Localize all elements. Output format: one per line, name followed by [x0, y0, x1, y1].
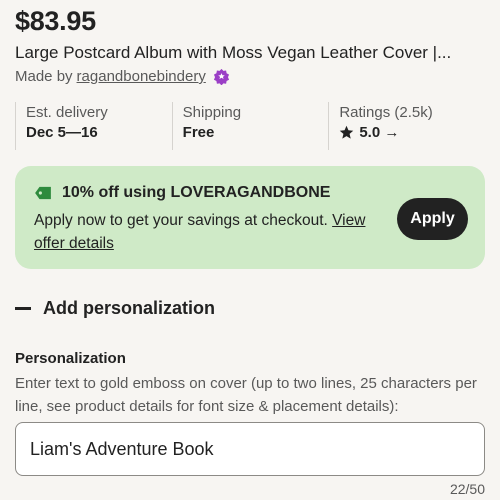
- coupon-offer-card: 10% off using LOVERAGANDBONE Apply now t…: [15, 166, 485, 269]
- stat-ratings-label: Ratings (2.5k): [339, 104, 433, 121]
- star-seller-badge-icon: [213, 68, 229, 85]
- made-by-line: Made by ragandbonebindery: [15, 68, 230, 85]
- add-personalization-toggle[interactable]: Add personalization: [15, 298, 215, 319]
- stat-ratings[interactable]: Ratings (2.5k) 5.0 →: [328, 102, 485, 150]
- listing-title[interactable]: Large Postcard Album with Moss Vegan Lea…: [15, 43, 485, 63]
- star-icon: [340, 125, 354, 139]
- collapse-minus-icon: [15, 307, 31, 310]
- personalization-help-text: Enter text to gold emboss on cover (up t…: [15, 375, 477, 415]
- stat-delivery-label: Est. delivery: [26, 104, 108, 121]
- add-personalization-label: Add personalization: [43, 298, 216, 318]
- coupon-title: 10% off using LOVERAGANDBONE: [62, 184, 331, 201]
- listing-price: $83.95: [15, 6, 96, 36]
- shop-name-link[interactable]: ragandbonebindery: [77, 68, 206, 85]
- apply-coupon-button[interactable]: Apply: [397, 198, 468, 240]
- character-counter: 22/50: [449, 481, 485, 497]
- stat-delivery-value: Dec 5—16: [26, 124, 98, 141]
- stat-shipping: Shipping Free: [171, 102, 329, 150]
- stat-delivery: Est. delivery Dec 5—16: [15, 102, 172, 150]
- personalization-label: Personalization: [15, 350, 126, 367]
- stat-shipping-label: Shipping: [182, 104, 242, 121]
- stat-ratings-value[interactable]: 5.0 →: [339, 124, 485, 141]
- stat-shipping-value: Free: [182, 124, 215, 141]
- personalization-input[interactable]: [15, 422, 485, 476]
- made-by-prefix: Made by: [15, 68, 73, 85]
- listing-stats: Est. delivery Dec 5—16 Shipping Free Rat…: [15, 102, 485, 150]
- coupon-body-text: Apply now to get your savings at checkou…: [34, 212, 328, 229]
- rating-score: 5.0 →: [359, 124, 400, 141]
- coupon-description: Apply now to get your savings at checkou…: [34, 209, 394, 255]
- tag-icon: [35, 186, 51, 200]
